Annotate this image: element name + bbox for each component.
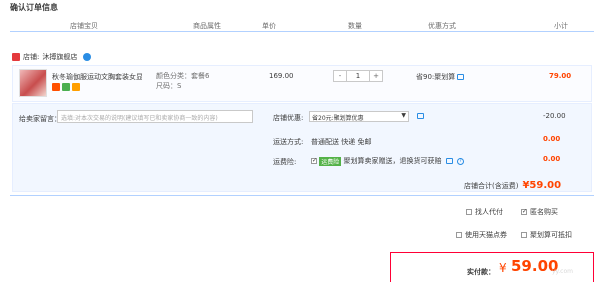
promo-info-icon[interactable]: [457, 74, 465, 80]
payment-label: 实付款：: [467, 268, 495, 276]
col-shop-item: 店铺宝贝: [70, 22, 98, 30]
col-attributes: 商品属性: [193, 22, 221, 30]
jhs-deduct-option[interactable]: 聚划算可抵扣: [521, 230, 572, 240]
discount-info-icon[interactable]: [417, 113, 424, 119]
page-title: 确认订单信息: [10, 3, 58, 12]
find-payer-checkbox[interactable]: [466, 209, 472, 215]
anonymous-label: 匿名购买: [530, 208, 558, 216]
quantity-stepper: - 1 +: [333, 70, 383, 82]
shop-discount-selected: 省20元:聚划算优惠: [312, 115, 364, 122]
watermark: yy.com: [552, 268, 573, 275]
quantity-increase-button[interactable]: +: [370, 71, 382, 81]
jhs-deduct-label: 聚划算可抵扣: [530, 231, 572, 239]
wangwang-chat-icon[interactable]: [83, 53, 92, 61]
jhs-deduct-checkbox[interactable]: [521, 232, 527, 238]
anonymous-option[interactable]: 匿名购买: [521, 207, 558, 217]
product-thumbnail[interactable]: [19, 69, 47, 97]
shop-discount-amount: -20.00: [543, 112, 566, 120]
col-subtotal: 小计: [554, 22, 568, 30]
tmall-points-label: 使用天猫点券: [465, 231, 507, 239]
shop-discount-select[interactable]: 省20元:聚划算优惠 ▼: [309, 111, 409, 122]
shop-label: 店铺:: [23, 53, 40, 61]
shop-total-amount: ¥59.00: [522, 180, 562, 191]
insurance-option: 运费险 聚划算卖家赠送，退换货可获赔 ?: [311, 156, 464, 166]
col-quantity: 数量: [348, 22, 362, 30]
order-column-header: 店铺宝贝 商品属性 单价 数量 优惠方式 小计: [10, 18, 594, 32]
chevron-down-icon: ▼: [401, 112, 406, 119]
attr-size: 尺码：S: [156, 82, 182, 90]
credit-card-icon: [72, 83, 80, 91]
insurance-text: 聚划算卖家赠送，退换货可获赔: [343, 157, 442, 165]
insurance-amount: 0.00: [543, 155, 561, 163]
order-item-row: 秋冬瑜伽服运动文胸套装女显瘦... 颜色分类：套餐6 尺码：S 169.00 -…: [12, 65, 592, 102]
shop-name-link[interactable]: 沐搏旗舰店: [42, 52, 77, 62]
item-promotion: 省90:聚划算: [416, 72, 465, 82]
find-payer-option[interactable]: 找人代付: [466, 207, 503, 217]
section-divider: [10, 195, 594, 196]
shop-icon: [12, 53, 20, 61]
guarantee-icon: [62, 83, 70, 91]
product-title-link[interactable]: 秋冬瑜伽服运动文胸套装女显瘦...: [52, 72, 142, 82]
shipping-amount: 0.00: [543, 135, 561, 143]
seller-message-label: 给卖家留言：: [19, 115, 61, 123]
shop-total-label: 店铺合计(含运费): [464, 182, 519, 190]
item-promotion-text: 省90:聚划算: [416, 73, 456, 81]
shipping-method: 普通配送 快递 免邮: [311, 138, 372, 146]
anonymous-checkbox[interactable]: [521, 208, 527, 215]
insurance-tag: 运费险: [319, 156, 342, 166]
payment-currency: ¥: [499, 261, 507, 275]
insurance-checkbox[interactable]: [311, 157, 317, 164]
shipping-label: 运送方式:: [273, 138, 304, 146]
quantity-decrease-button[interactable]: -: [334, 71, 346, 81]
seven-day-return-icon: [52, 83, 60, 91]
help-icon[interactable]: ?: [456, 157, 464, 165]
attr-color: 颜色分类：套餐6: [156, 72, 210, 80]
tmall-points-checkbox[interactable]: [456, 232, 462, 238]
payment-summary-box: 实付款： ¥ 59.00: [390, 252, 594, 282]
item-subtotal: 79.00: [549, 72, 572, 80]
unit-price: 169.00: [269, 72, 294, 80]
insurance-label: 运费险:: [273, 158, 297, 166]
quantity-input[interactable]: 1: [346, 71, 370, 81]
service-badges: [52, 83, 80, 91]
insurance-info-icon[interactable]: [445, 158, 453, 164]
shop-line: 店铺: 沐搏旗舰店: [12, 52, 92, 62]
product-attributes: 颜色分类：套餐6 尺码：S: [156, 71, 209, 91]
tmall-points-option[interactable]: 使用天猫点券: [456, 230, 507, 240]
find-payer-label: 找人代付: [475, 208, 503, 216]
shop-total: 店铺合计(含运费) ¥59.00: [464, 180, 561, 191]
order-options-panel: 给卖家留言： 选填:对本次交易的说明(建议填写已和卖家协商一致的内容) 店铺优惠…: [12, 103, 592, 192]
col-unit-price: 单价: [262, 22, 276, 30]
seller-message-input[interactable]: 选填:对本次交易的说明(建议填写已和卖家协商一致的内容): [57, 110, 253, 123]
shop-discount-label: 店铺优惠:: [273, 114, 304, 122]
col-discount: 优惠方式: [428, 22, 456, 30]
